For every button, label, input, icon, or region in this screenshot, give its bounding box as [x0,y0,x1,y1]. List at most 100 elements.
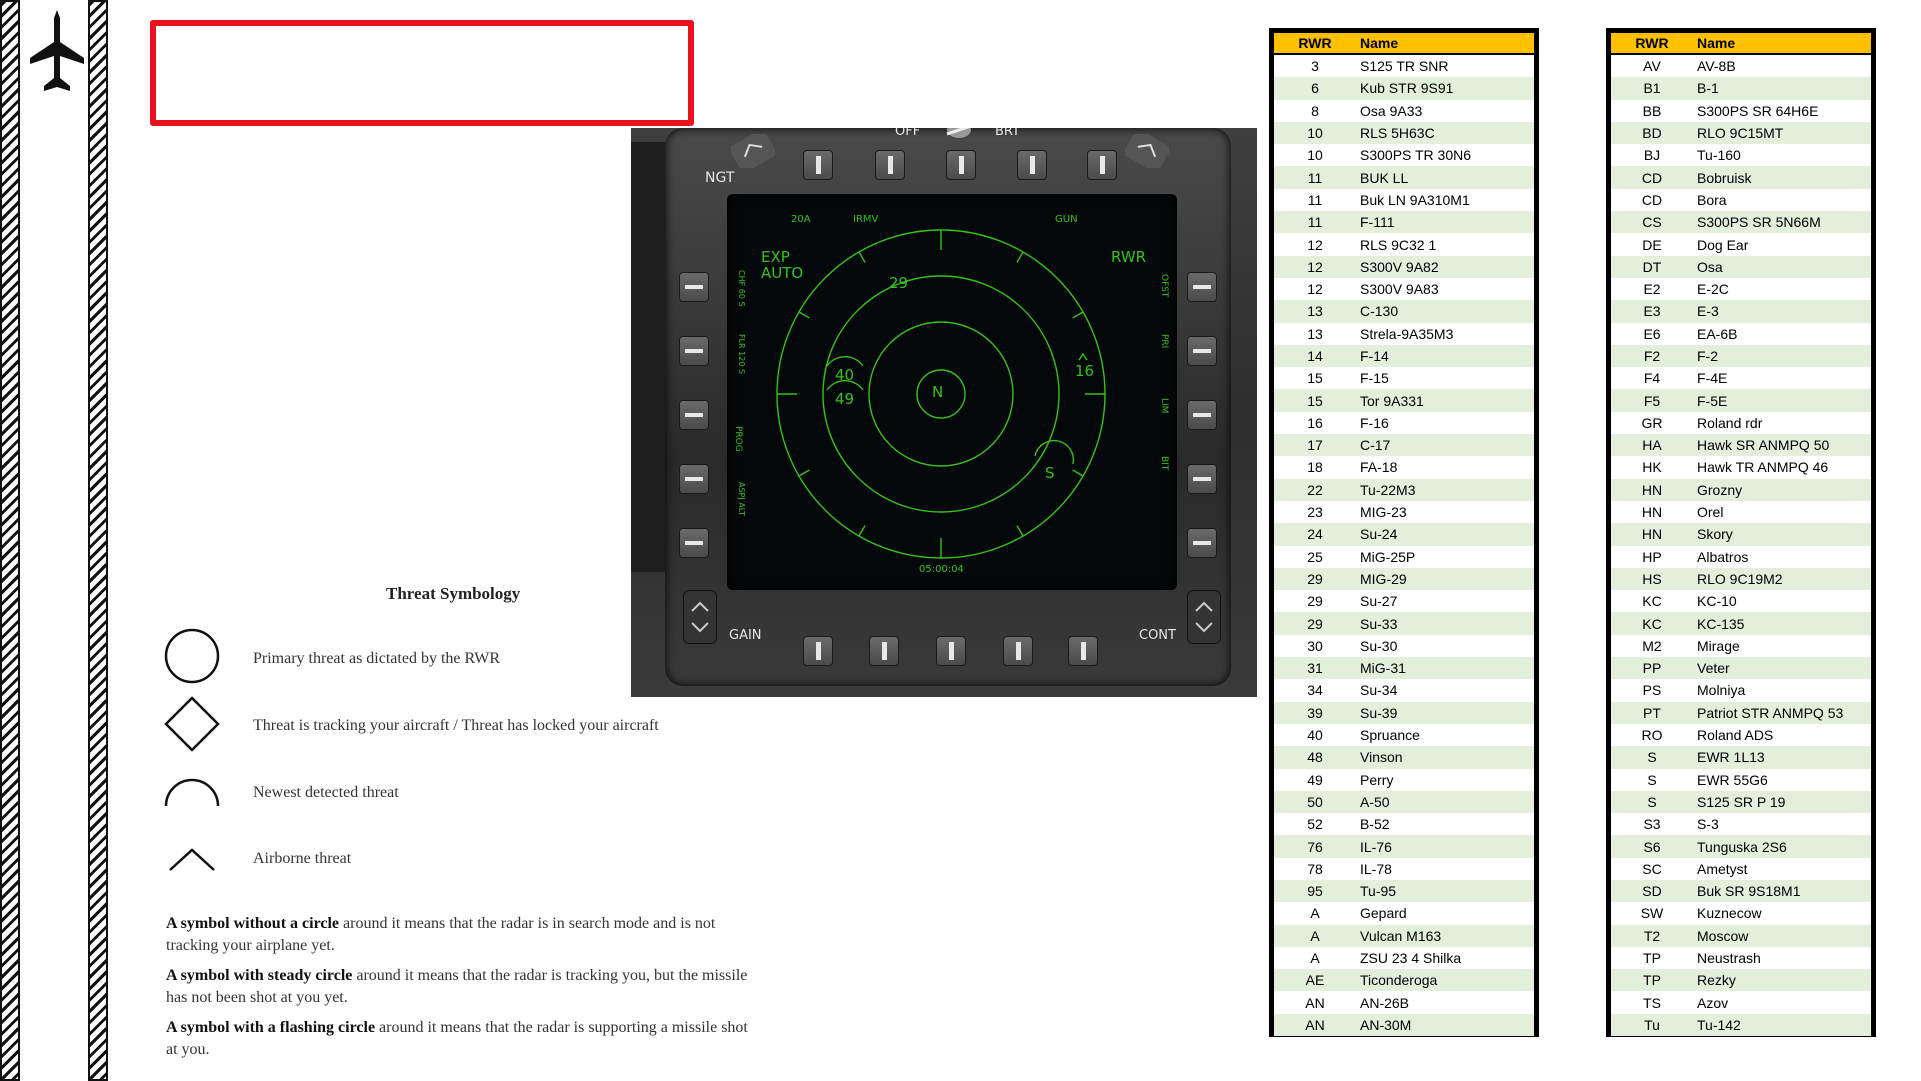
threat-name-cell: RLS 9C32 1 [1360,236,1437,253]
osb-bottom-3-button[interactable] [936,636,966,666]
osb-left-2-button[interactable] [679,336,709,366]
threat-name-cell: Su-27 [1360,593,1398,610]
symbol-desc-primary: Primary threat as dictated by the RWR [253,650,501,667]
rwr-code-cell: F5 [1643,392,1661,409]
threat-name-cell: EA-6B [1697,325,1738,342]
rwr-code-cell: CS [1642,214,1662,231]
rwr-code-cell: DE [1642,236,1662,253]
rwr-code-cell: 18 [1307,459,1323,476]
cont-label: CONT [1139,628,1176,643]
osb-top-5-button[interactable] [1087,150,1117,180]
osb-left-5-button[interactable] [679,528,709,558]
table-row: 49 Perry [1274,769,1534,791]
threat-name-cell: Rezky [1697,972,1736,989]
threat-name-cell: Tu-95 [1360,883,1397,900]
rwr-code-cell: F4 [1643,370,1661,387]
threat-name-cell: Tu-22M3 [1360,481,1416,498]
osb-label-20a: 20A [791,214,811,225]
table-row: Tu Tu-142 [1611,1013,1871,1037]
contrast-rocker[interactable] [1187,590,1221,644]
rwr-code-cell: TP [1643,972,1661,989]
table-row: 15 F-15 [1274,367,1534,389]
rwr-code-cell: 11 [1307,214,1323,231]
osb-bottom-2-button[interactable] [869,636,899,666]
table-row: AN AN-26B [1274,991,1534,1013]
osb-bottom-5-button[interactable] [1068,636,1098,666]
threat-name-cell: Albatros [1697,548,1749,565]
rwr-code-cell: SD [1642,883,1662,900]
osb-right-5-button[interactable] [1187,528,1217,558]
osb-label-gun: GUN [1055,214,1078,225]
threat-name-cell: Osa [1697,258,1723,275]
threat-name-cell: Tor 9A331 [1360,392,1424,409]
rwr-code-cell: SW [1640,905,1664,922]
threat-name-cell: Molniya [1697,682,1746,699]
osb-right-4-button[interactable] [1187,464,1217,494]
osb-bottom-4-button[interactable] [1003,636,1033,666]
chevron-icon [169,848,215,871]
power-knob-icon[interactable] [943,128,975,142]
table-row: 17 C-17 [1274,434,1534,457]
lim-label: LIM [1159,398,1169,414]
scope-tick [798,311,810,319]
osb-left-4-button[interactable] [679,464,709,494]
table-row: E2 E-2C [1611,278,1871,300]
gain-label: GAIN [729,628,762,643]
table-row: 15 Tor 9A331 [1274,389,1534,412]
brightness-down-rocker-icon[interactable] [731,134,775,168]
table-row: SW Kuznecow [1611,902,1871,924]
rwr-code-cell: HS [1642,570,1662,587]
note-search-mode: A symbol without a circle around it mean… [166,915,716,954]
rwr-code-cell: 17 [1307,437,1323,454]
threat-name-cell: AN-30M [1360,1016,1412,1033]
osb-left-3-button[interactable] [679,400,709,430]
osb-bottom-1-button[interactable] [803,636,833,666]
osb-top-2-button[interactable] [875,150,905,180]
table-row: 31 MiG-31 [1274,657,1534,680]
osb-top-1-button[interactable] [803,150,833,180]
table-row: TP Neustrash [1611,947,1871,969]
table-row: AN AN-30M [1274,1013,1534,1037]
osb-right-2-button[interactable] [1187,336,1217,366]
table-row: KC KC-10 [1611,590,1871,612]
osb-top-4-button[interactable] [1017,150,1047,180]
jet-aircraft-icon [30,10,84,91]
threat-name-cell: Bobruisk [1697,169,1752,186]
note-flashing-circle: A symbol with a flashing circle around i… [166,1019,748,1058]
threat-name-cell: S125 TR SNR [1360,58,1449,75]
threat-name-cell: Su-30 [1360,637,1398,654]
threat-name-cell: F-2 [1697,348,1718,364]
gain-rocker[interactable] [683,590,717,644]
table-row: A Vulcan M163 [1274,924,1534,947]
threat-name-cell: Orel [1697,504,1724,521]
table-row: E3 E-3 [1611,300,1871,323]
table-row: 29 MIG-29 [1274,567,1534,591]
rwr-code-cell: KC [1642,615,1662,632]
table-row: SD Buk SR 9S18M1 [1611,879,1871,903]
threat-name-cell: Osa 9A33 [1360,102,1423,119]
brightness-up-rocker-icon[interactable] [1125,134,1169,168]
threat-name-cell: A-50 [1360,793,1390,810]
rwr-code-cell: SC [1642,860,1662,877]
table-row: 40 Spruance [1274,724,1534,746]
osb-right-3-button[interactable] [1187,400,1217,430]
threat-name-cell: Bora [1697,191,1727,208]
threat-name-cell: IL-76 [1360,838,1392,855]
threat-name-cell: EWR 1L13 [1697,749,1765,766]
rwr-code-cell: PS [1642,682,1662,699]
threat-name-cell: Kub STR 9S91 [1360,80,1454,97]
rwr-code-cell: TS [1643,994,1661,1011]
table-row: 13 C-130 [1274,300,1534,323]
threat-name-cell: Buk LN 9A310M1 [1360,191,1470,208]
osb-right-1-button[interactable] [1187,272,1217,302]
table-row: A ZSU 23 4 Shilka [1274,947,1534,969]
bit-label: BIT [1159,456,1169,471]
table-row: BJ Tu-160 [1611,144,1871,166]
rwr-code-cell: 16 [1307,414,1323,431]
osb-left-1-button[interactable] [679,272,709,302]
threat-name-cell: Tu-142 [1697,1016,1741,1033]
threat-name-cell: Buk SR 9S18M1 [1697,883,1801,900]
osb-top-3-button[interactable] [946,150,976,180]
table-row: HN Grozny [1611,478,1871,501]
table-row: SC Ametyst [1611,858,1871,880]
